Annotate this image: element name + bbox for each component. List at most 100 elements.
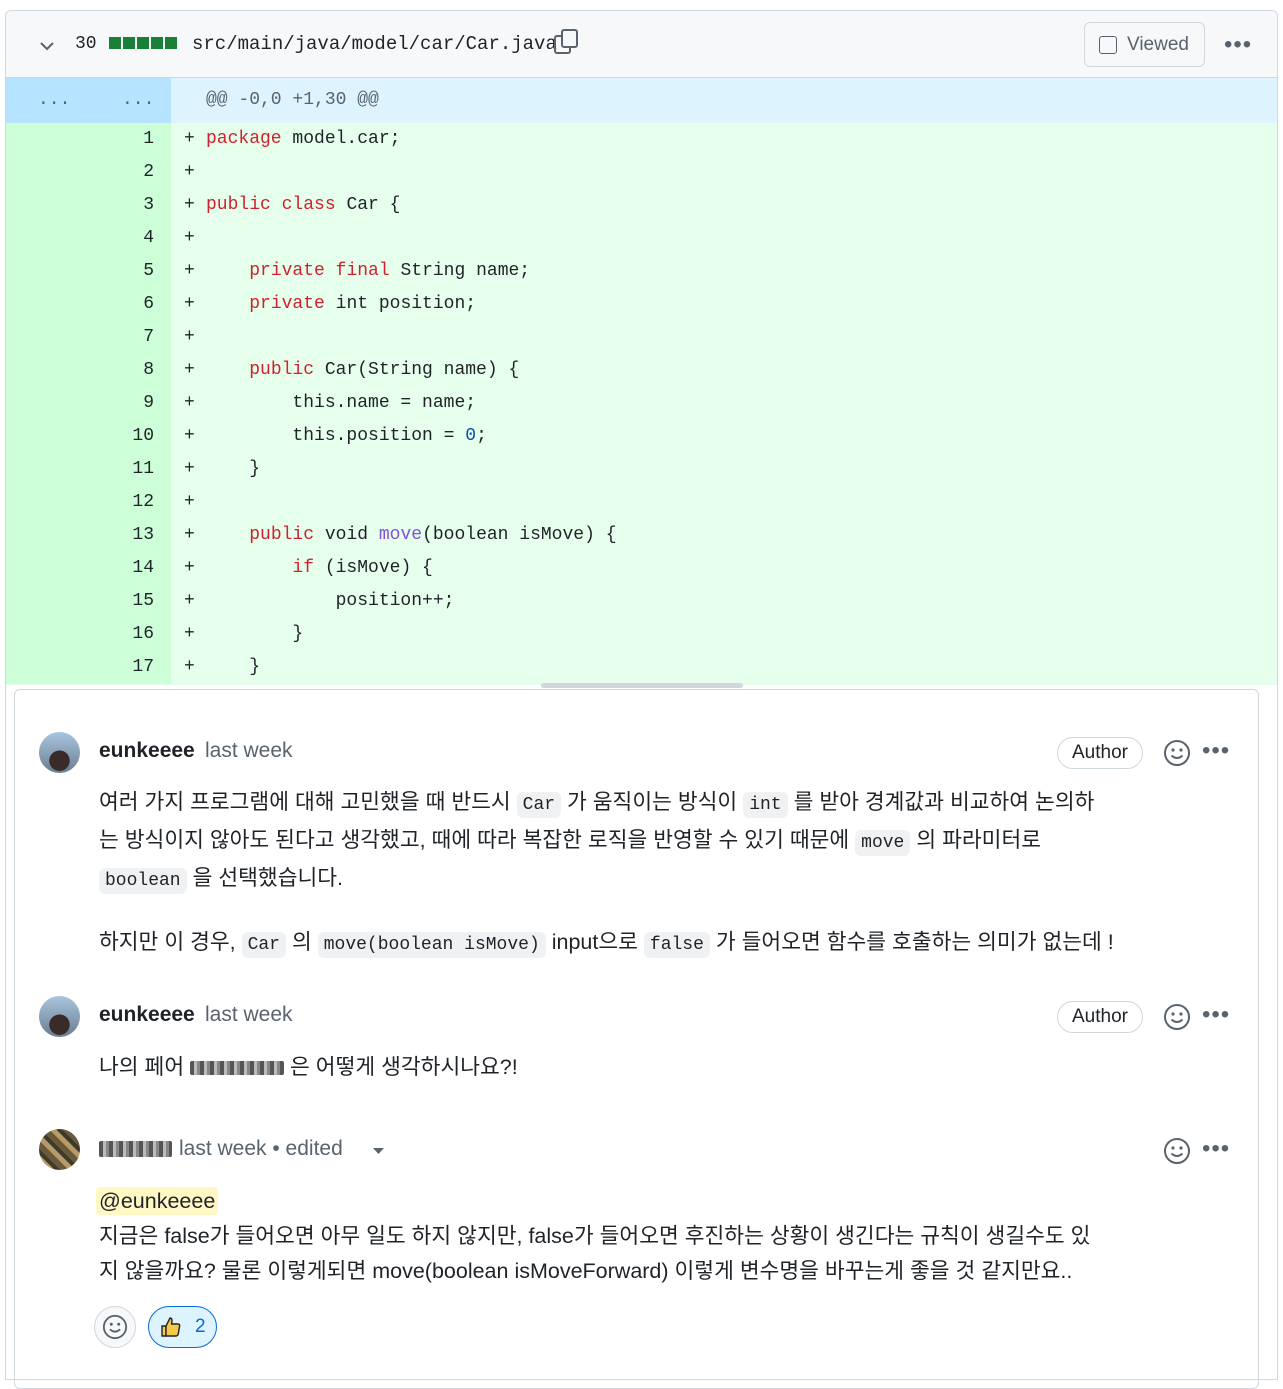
addition-marker: + [184, 294, 195, 314]
smiley-icon [102, 1314, 128, 1340]
viewed-label: Viewed [1127, 33, 1189, 55]
code-text: } [206, 657, 261, 677]
line-number[interactable]: 13 [106, 525, 154, 545]
comment-time[interactable]: last week [205, 739, 293, 763]
addition-marker: + [184, 558, 195, 578]
line-number[interactable]: 5 [106, 261, 154, 281]
line-number[interactable]: 2 [106, 162, 154, 182]
comment-author[interactable]: eunkeeee [99, 739, 195, 763]
kebab-horizontal-icon[interactable]: ••• [1202, 737, 1230, 765]
code-text: public Car(String name) { [249, 360, 520, 380]
comment-line: boolean 을 선택했습니다. [99, 861, 1249, 899]
add-reaction-button[interactable] [94, 1306, 136, 1348]
addition-marker: + [184, 327, 195, 347]
checkbox-icon [1099, 35, 1117, 54]
redacted-username [190, 1061, 285, 1076]
comment-body: @eunkeeee 지금은 false가 들어오면 아무 일도 하지 않지만, … [96, 1184, 1251, 1289]
line-number[interactable]: 12 [106, 492, 154, 512]
line-number[interactable]: 6 [106, 294, 154, 314]
thumbsup-icon [161, 1317, 181, 1337]
inline-code: Car [241, 932, 286, 958]
hunk-range: @@ -0,0 +1,30 @@ [206, 90, 379, 110]
line-number[interactable]: 7 [106, 327, 154, 347]
avatar[interactable] [39, 996, 80, 1037]
kebab-horizontal-icon[interactable]: ••• [1202, 1001, 1230, 1029]
user-mention[interactable]: @eunkeeee [96, 1187, 219, 1215]
comment-line: 는 방식이지 않아도 된다고 생각했고, 때에 따라 복잡한 로직을 반영할 수… [99, 823, 1249, 861]
reaction-count: 2 [195, 1316, 206, 1337]
smiley-icon[interactable] [1163, 739, 1191, 767]
addition-marker: + [184, 261, 195, 281]
addition-marker: + [184, 195, 195, 215]
avatar[interactable] [39, 732, 80, 773]
inline-code: Car [516, 792, 562, 818]
comment-line: 하지만 이 경우, Car 의 move(boolean isMove) inp… [99, 925, 1249, 963]
code-text: package model.car; [206, 129, 401, 149]
diff-line: 2 + [6, 156, 1277, 189]
line-number[interactable]: 1 [106, 129, 154, 149]
diffstat-bars [109, 37, 177, 49]
line-number[interactable]: 15 [106, 591, 154, 611]
smiley-icon[interactable] [1163, 1137, 1191, 1165]
line-number[interactable]: 8 [106, 360, 154, 380]
triangle-down-icon[interactable] [372, 1146, 385, 1156]
diff-line: 3 + public class Car { [6, 189, 1277, 222]
code-lines: 1 + package model.car; 2 +3 + public class Car… [6, 123, 1277, 685]
comment-author[interactable]: eunkeeee [99, 1003, 195, 1027]
diff-line: 15 + position++; [6, 585, 1277, 618]
code-text: public class Car { [206, 195, 401, 215]
addition-marker: + [184, 459, 195, 479]
line-number[interactable]: 16 [106, 624, 154, 644]
line-number[interactable]: 9 [106, 393, 154, 413]
line-number[interactable]: 17 [106, 657, 154, 677]
addition-marker: + [184, 360, 195, 380]
code-text: position++; [206, 591, 455, 611]
hunk-header: ... ... @@ -0,0 +1,30 @@ [6, 78, 1277, 123]
comment-line: 지금은 false가 들어오면 아무 일도 하지 않지만, false가 들어오… [99, 1224, 1091, 1248]
line-number[interactable]: 10 [106, 426, 154, 446]
diff-line: 16 + } [6, 618, 1277, 651]
comment-time[interactable]: last week • edited [179, 1137, 343, 1161]
line-number[interactable]: 4 [106, 228, 154, 248]
expand-up-button[interactable]: ... [38, 90, 70, 110]
addition-marker: + [184, 591, 195, 611]
diff-line: 5 + private final String name; [6, 255, 1277, 288]
line-number[interactable]: 3 [106, 195, 154, 215]
addition-marker: + [184, 657, 195, 677]
diff-line: 9 + this.name = name; [6, 387, 1277, 420]
diff-line: 8 + public Car(String name) { [6, 354, 1277, 387]
addition-marker: + [184, 129, 195, 149]
addition-marker: + [184, 426, 195, 446]
code-text: if (isMove) { [292, 558, 433, 578]
code-text: } [206, 459, 261, 479]
comment-time[interactable]: last week [205, 1003, 293, 1027]
author-badge: Author [1057, 737, 1143, 769]
chevron-down-icon[interactable] [36, 35, 58, 57]
diff-line: 12 + [6, 486, 1277, 519]
line-number[interactable]: 14 [106, 558, 154, 578]
addition-marker: + [184, 492, 195, 512]
changes-count: 30 [75, 34, 97, 54]
diff-line: 1 + package model.car; [6, 123, 1277, 156]
diff-line: 14 + if (isMove) { [6, 552, 1277, 585]
diff-line: 17 + } [6, 651, 1277, 684]
comment-body: 여러 가지 프로그램에 대해 고민했을 때 반드시 Car 가 움직이는 방식이… [99, 785, 1249, 963]
addition-marker: + [184, 162, 195, 182]
kebab-horizontal-icon[interactable]: ••• [1202, 1135, 1230, 1163]
kebab-horizontal-icon[interactable]: ••• [1224, 31, 1252, 59]
line-number[interactable]: 11 [106, 459, 154, 479]
smiley-icon[interactable] [1163, 1003, 1191, 1031]
comment-line: 지 않을까요? 물론 이렇게되면 move(boolean isMoveForw… [99, 1259, 1073, 1283]
diff-line: 4 + [6, 222, 1277, 255]
copy-icon[interactable] [552, 27, 582, 57]
viewed-checkbox[interactable]: Viewed [1084, 22, 1205, 67]
reaction-thumbsup-button[interactable]: 2 [148, 1306, 217, 1348]
horizontal-scrollbar[interactable] [541, 683, 743, 688]
expand-down-button[interactable]: ... [122, 90, 154, 110]
avatar[interactable] [39, 1129, 80, 1170]
redacted-username[interactable] [99, 1141, 172, 1157]
diff-line: 7 + [6, 321, 1277, 354]
diff-line: 13 + public void move(boolean isMove) { [6, 519, 1277, 552]
code-text: public void move(boolean isMove) { [249, 525, 617, 545]
file-path[interactable]: src/main/java/model/car/Car.java [192, 33, 557, 55]
